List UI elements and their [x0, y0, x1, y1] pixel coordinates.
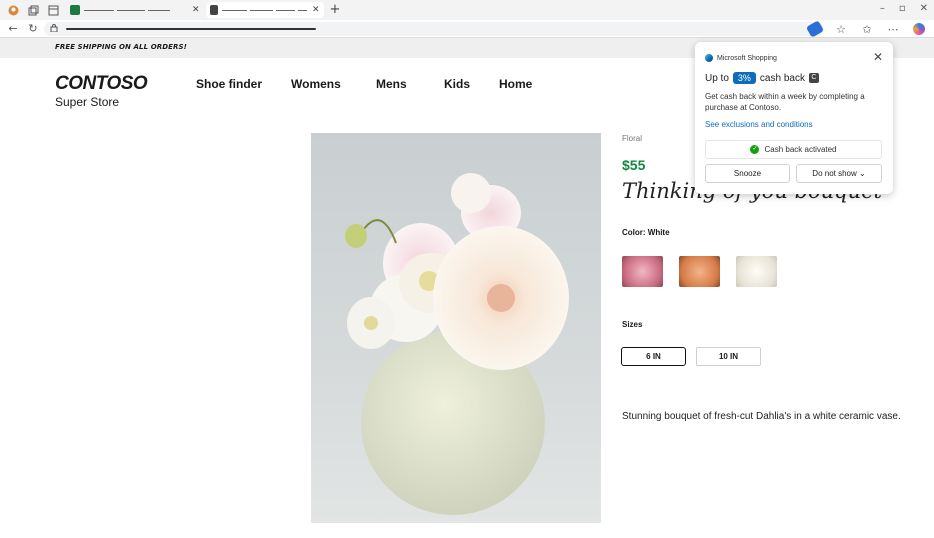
refresh-icon[interactable]: ↻	[26, 22, 40, 35]
nav-shoe-finder[interactable]: Shoe finder	[196, 77, 262, 91]
close-tab-icon[interactable]: ✕	[312, 5, 320, 15]
nav-mens[interactable]: Mens	[376, 77, 407, 91]
check-icon: ✓	[750, 145, 760, 154]
do-not-show-button[interactable]: Do not show ⌄	[796, 164, 882, 183]
cashback-percent-badge: 3%	[732, 72, 756, 84]
close-window-icon[interactable]: ✕	[920, 3, 928, 14]
sizes-label: Sizes	[622, 320, 643, 329]
browser-address-bar: ← ↻ ☆ ✩ ⋯	[0, 20, 934, 38]
cashback-text: cash back	[759, 72, 805, 84]
color-label: Color: White	[622, 228, 670, 237]
logo-subtitle: Super Store	[55, 95, 120, 109]
more-menu-icon[interactable]: ⋯	[886, 22, 900, 36]
popup-header-text: Microsoft Shopping	[717, 54, 777, 62]
copilot-icon[interactable]	[912, 22, 926, 36]
size-option-10in[interactable]: 10 IN	[696, 347, 761, 366]
back-icon[interactable]: ←	[6, 22, 20, 35]
minimize-icon[interactable]: –	[880, 3, 885, 14]
popup-header: Microsoft Shopping	[705, 54, 777, 62]
favorites-icon[interactable]: ✩	[860, 22, 874, 36]
nav-home[interactable]: Home	[499, 77, 532, 91]
excel-favicon-icon	[70, 5, 80, 15]
exclusions-link[interactable]: See exclusions and conditions	[705, 120, 813, 129]
restore-icon[interactable]: ▫	[899, 3, 906, 14]
window-controls: – ▫ ✕	[880, 3, 928, 14]
cashback-status: ✓ Cash back activated	[705, 140, 882, 159]
browser-tab-1[interactable]	[66, 2, 186, 18]
product-price: $55	[622, 157, 646, 173]
product-image	[311, 133, 601, 523]
close-popup-icon[interactable]: ✕	[873, 50, 883, 64]
swatch-white[interactable]	[736, 256, 777, 287]
url-input[interactable]	[44, 22, 824, 36]
product-category[interactable]: Floral	[622, 134, 642, 143]
new-tab-icon[interactable]: +	[330, 3, 341, 17]
product-description: Stunning bouquet of fresh-cut Dahlia's i…	[622, 411, 901, 422]
shopping-popup: Microsoft Shopping ✕ Up to 3% cash back …	[695, 42, 893, 194]
profile-icon[interactable]	[6, 3, 20, 17]
workspaces-icon[interactable]	[26, 3, 40, 17]
promo-text: FREE SHIPPING ON ALL ORDERS!	[55, 43, 187, 51]
cashback-status-text: Cash back activated	[764, 145, 837, 154]
contoso-favicon-icon	[209, 5, 219, 15]
tab-actions-icon[interactable]	[46, 3, 60, 17]
up-to-text: Up to	[705, 72, 729, 84]
add-favorite-icon[interactable]: ☆	[834, 22, 848, 36]
nav-womens[interactable]: Womens	[291, 77, 341, 91]
browser-tab-2[interactable]: ✕	[205, 2, 324, 18]
close-tab-icon[interactable]: ✕	[192, 5, 200, 15]
shopping-tag-icon[interactable]	[805, 20, 825, 38]
snooze-button[interactable]: Snooze	[705, 164, 790, 183]
swatch-peach[interactable]	[679, 256, 720, 287]
cashback-subtext: Get cash back within a week by completin…	[705, 92, 865, 112]
swatch-pink[interactable]	[622, 256, 663, 287]
edge-logo-icon	[705, 54, 713, 62]
browser-tab-bar: ✕ ✕ + – ▫ ✕	[0, 0, 934, 20]
cashback-offer: Up to 3% cash back C	[705, 72, 819, 84]
nav-kids[interactable]: Kids	[444, 77, 470, 91]
logo[interactable]: CONTOSO	[55, 73, 148, 95]
store-logo-icon: C	[808, 73, 819, 83]
size-option-6in[interactable]: 6 IN	[621, 347, 686, 366]
url-text-redacted	[66, 28, 316, 30]
toolbar-right: ☆ ✩ ⋯	[805, 20, 926, 38]
lock-icon[interactable]	[50, 24, 58, 34]
